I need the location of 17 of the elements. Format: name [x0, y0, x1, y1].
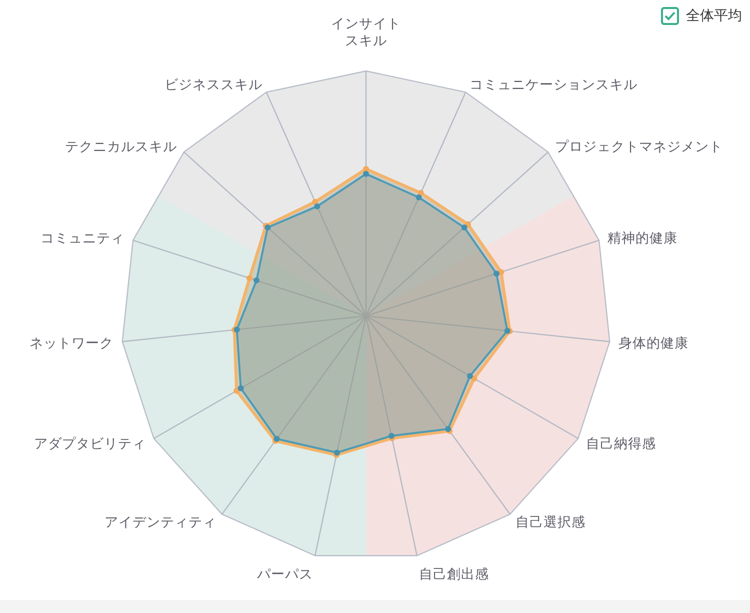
- axis-label: テクニカルスキル: [65, 139, 178, 156]
- axis-label: ビジネススキル: [164, 76, 263, 93]
- axis-label: ネットワーク: [29, 336, 114, 352]
- axis-label: 自己納得感: [586, 436, 656, 452]
- axis-label: プロジェクトマネジメント: [554, 139, 723, 156]
- axis-label: 精神的健康: [608, 230, 678, 246]
- axis-label: アダプタビリティ: [34, 436, 146, 452]
- axis-label: 自己創出感: [418, 566, 489, 582]
- axis-label: インサイトスキル: [331, 16, 401, 50]
- axis-label: 身体的健康: [618, 336, 689, 352]
- axis-label: コミュニティ: [40, 230, 124, 246]
- axis-label: アイデンティティ: [104, 514, 217, 530]
- axis-label: パーパス: [257, 566, 314, 582]
- axis-label: 自己選択感: [515, 514, 586, 530]
- check-icon: [664, 11, 676, 21]
- axis-label: コミュニケーションスキル: [469, 76, 638, 93]
- average-checkbox[interactable]: 全体平均: [661, 7, 742, 25]
